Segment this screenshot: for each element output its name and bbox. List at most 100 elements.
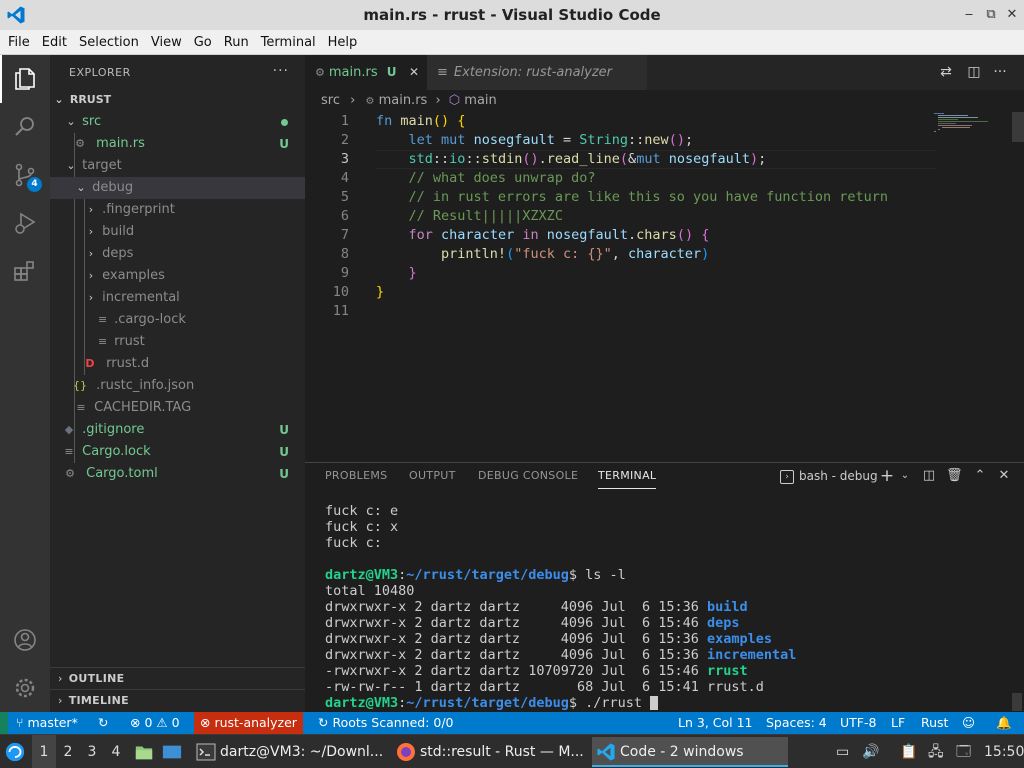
tree-file-rustc-info[interactable]: {} .rustc_info.json (50, 375, 305, 397)
rust-analyzer-status[interactable]: ⊗ rust-analyzer (194, 712, 303, 734)
maximize-panel-icon[interactable]: ⌃ (972, 468, 988, 484)
manage-activity[interactable] (0, 664, 50, 712)
roots-scanned-status[interactable]: ↻ Roots Scanned: 0/0 (318, 712, 454, 734)
breadcrumb-main-rs[interactable]: main.rs (379, 93, 428, 108)
terminal-scrollbar[interactable] (1012, 693, 1022, 711)
minimap[interactable] (932, 112, 1012, 142)
close-icon[interactable]: ✕ (1003, 6, 1021, 24)
chevron-down-icon[interactable]: ⌄ (897, 468, 913, 484)
more-actions-icon[interactable]: ··· (273, 63, 289, 79)
tree-folder-incremental[interactable]: › incremental (50, 287, 305, 309)
clock[interactable]: 15:50 (984, 735, 1024, 768)
tree-file-cargo-lock-root[interactable]: ≡ Cargo.lock U (50, 441, 305, 463)
more-actions-icon[interactable]: ··· (991, 63, 1009, 81)
tree-item-label: examples (102, 268, 165, 283)
tree-file-main-rs[interactable]: ⚙ main.rs U (50, 133, 305, 155)
add-terminal-icon[interactable]: + (879, 468, 895, 485)
app-menu-icon (5, 742, 25, 762)
extensions-activity[interactable] (0, 247, 50, 295)
trash-icon[interactable]: 🗑 (946, 468, 963, 484)
show-desktop-launcher[interactable] (162, 735, 184, 768)
tree-file-cargo-toml[interactable]: ⚙ Cargo.toml U (50, 463, 305, 485)
run-debug-activity[interactable] (0, 199, 50, 247)
tree-file-rrust-d[interactable]: D rrust.d (50, 353, 305, 375)
tab-main-rs[interactable]: ⚙ main.rs U ✕ (305, 55, 427, 90)
tree-folder-build[interactable]: › build (50, 221, 305, 243)
tab-output[interactable]: OUTPUT (409, 463, 456, 489)
remote-indicator[interactable] (0, 712, 8, 734)
editor-scrollbar[interactable] (1012, 112, 1024, 142)
workspace-1[interactable]: 1 (32, 735, 56, 768)
tree-file-gitignore[interactable]: ◆ .gitignore U (50, 419, 305, 441)
language-mode[interactable]: Rust (921, 712, 948, 734)
tree-folder-src[interactable]: ⌄ src (50, 111, 305, 133)
tree-folder-fingerprint[interactable]: › .fingerprint (50, 199, 305, 221)
close-panel-icon[interactable]: ✕ (996, 468, 1012, 484)
tree-file-rrust[interactable]: ≡ rrust (50, 331, 305, 353)
tree-folder-target[interactable]: ⌄ target (50, 155, 305, 177)
tree-file-cargo-lock[interactable]: ≡ .cargo-lock (50, 309, 305, 331)
menu-go[interactable]: Go (188, 30, 218, 55)
terminal-output[interactable]: fuck c: e fuck c: x fuck c: dartz@VM3:~/… (325, 503, 796, 711)
menu-help[interactable]: Help (322, 30, 364, 55)
notifications-icon[interactable]: 🔔 (996, 712, 1012, 734)
search-activity[interactable] (0, 103, 50, 151)
sync-icon[interactable]: ↻ (98, 712, 108, 734)
accounts-activity[interactable] (0, 616, 50, 664)
tab-label: Extension: rust-analyzer (453, 65, 613, 80)
timeline-section[interactable]: › TIMELINE (50, 689, 305, 711)
menu-view[interactable]: View (145, 30, 188, 55)
branch-indicator[interactable]: ⑂ master* (16, 712, 78, 734)
tab-problems[interactable]: PROBLEMS (325, 463, 387, 489)
start-menu[interactable] (4, 735, 30, 768)
tree-item-label: .cargo-lock (114, 312, 186, 327)
menu-edit[interactable]: Edit (36, 30, 73, 55)
tree-folder-examples[interactable]: › examples (50, 265, 305, 287)
explorer-root-folder[interactable]: ⌄ RRUST (50, 89, 305, 111)
file-manager-launcher[interactable] (134, 735, 156, 768)
workspace-4[interactable]: 4 (104, 735, 128, 768)
menu-terminal[interactable]: Terminal (255, 30, 322, 55)
task-firefox[interactable]: std::result - Rust — M... (392, 737, 588, 767)
tree-folder-deps[interactable]: › deps (50, 243, 305, 265)
tab-modified-badge: U (386, 65, 397, 79)
minimize-icon[interactable]: ‒ (960, 6, 978, 24)
terminal-selector[interactable]: › bash - debug (780, 467, 878, 485)
tab-close-icon[interactable]: ✕ (409, 55, 419, 90)
open-changes-icon[interactable]: ⇄ (937, 63, 955, 81)
task-terminal[interactable]: dartz@VM3: ~/Downl... (192, 737, 388, 767)
encoding[interactable]: UTF-8 (840, 712, 876, 734)
code-editor[interactable]: 1 2 3 4 5 6 7 8 9 10 11 fn main() { let … (305, 112, 1024, 462)
tree-file-cachedir-tag[interactable]: ≡ CACHEDIR.TAG (50, 397, 305, 419)
source-control-activity[interactable]: 4 (0, 151, 50, 199)
task-vscode[interactable]: Code - 2 windows (592, 737, 788, 767)
clipboard-icon[interactable]: 📋 (900, 735, 920, 768)
notifications-tray-icon[interactable]: 🗔 (956, 735, 976, 768)
window-list-icon[interactable]: ▭ (836, 735, 856, 768)
network-icon[interactable]: 🖧 (928, 735, 950, 768)
workspace-3[interactable]: 3 (80, 735, 104, 768)
split-terminal-icon[interactable]: ◫ (921, 468, 937, 484)
chevron-right-icon: › (88, 203, 94, 216)
workspace-2[interactable]: 2 (56, 735, 80, 768)
explorer-activity[interactable] (0, 55, 50, 103)
maximize-icon[interactable]: ⧉ (982, 6, 1000, 24)
end-of-line[interactable]: LF (891, 712, 905, 734)
problems-indicator[interactable]: ⊗ 0 ⚠ 0 (130, 712, 180, 734)
tab-terminal[interactable]: TERMINAL (598, 463, 657, 489)
tab-debug-console[interactable]: DEBUG CONSOLE (478, 463, 578, 489)
outline-section[interactable]: › OUTLINE (50, 667, 305, 689)
cursor-position[interactable]: Ln 3, Col 11 (678, 712, 753, 734)
tree-folder-debug[interactable]: ⌄ debug (50, 177, 305, 199)
breadcrumb-src[interactable]: src (321, 93, 340, 108)
indentation[interactable]: Spaces: 4 (766, 712, 827, 734)
menu-file[interactable]: File (2, 30, 36, 55)
menu-selection[interactable]: Selection (73, 30, 145, 55)
split-editor-icon[interactable]: ◫ (965, 63, 983, 81)
menu-run[interactable]: Run (218, 30, 255, 55)
breadcrumb-main[interactable]: main (464, 93, 496, 108)
tab-extension-rust-analyzer[interactable]: ≡ Extension: rust-analyzer (427, 55, 647, 90)
volume-icon[interactable]: 🔊 (862, 735, 882, 768)
feedback-icon[interactable]: ☺ (962, 712, 975, 734)
